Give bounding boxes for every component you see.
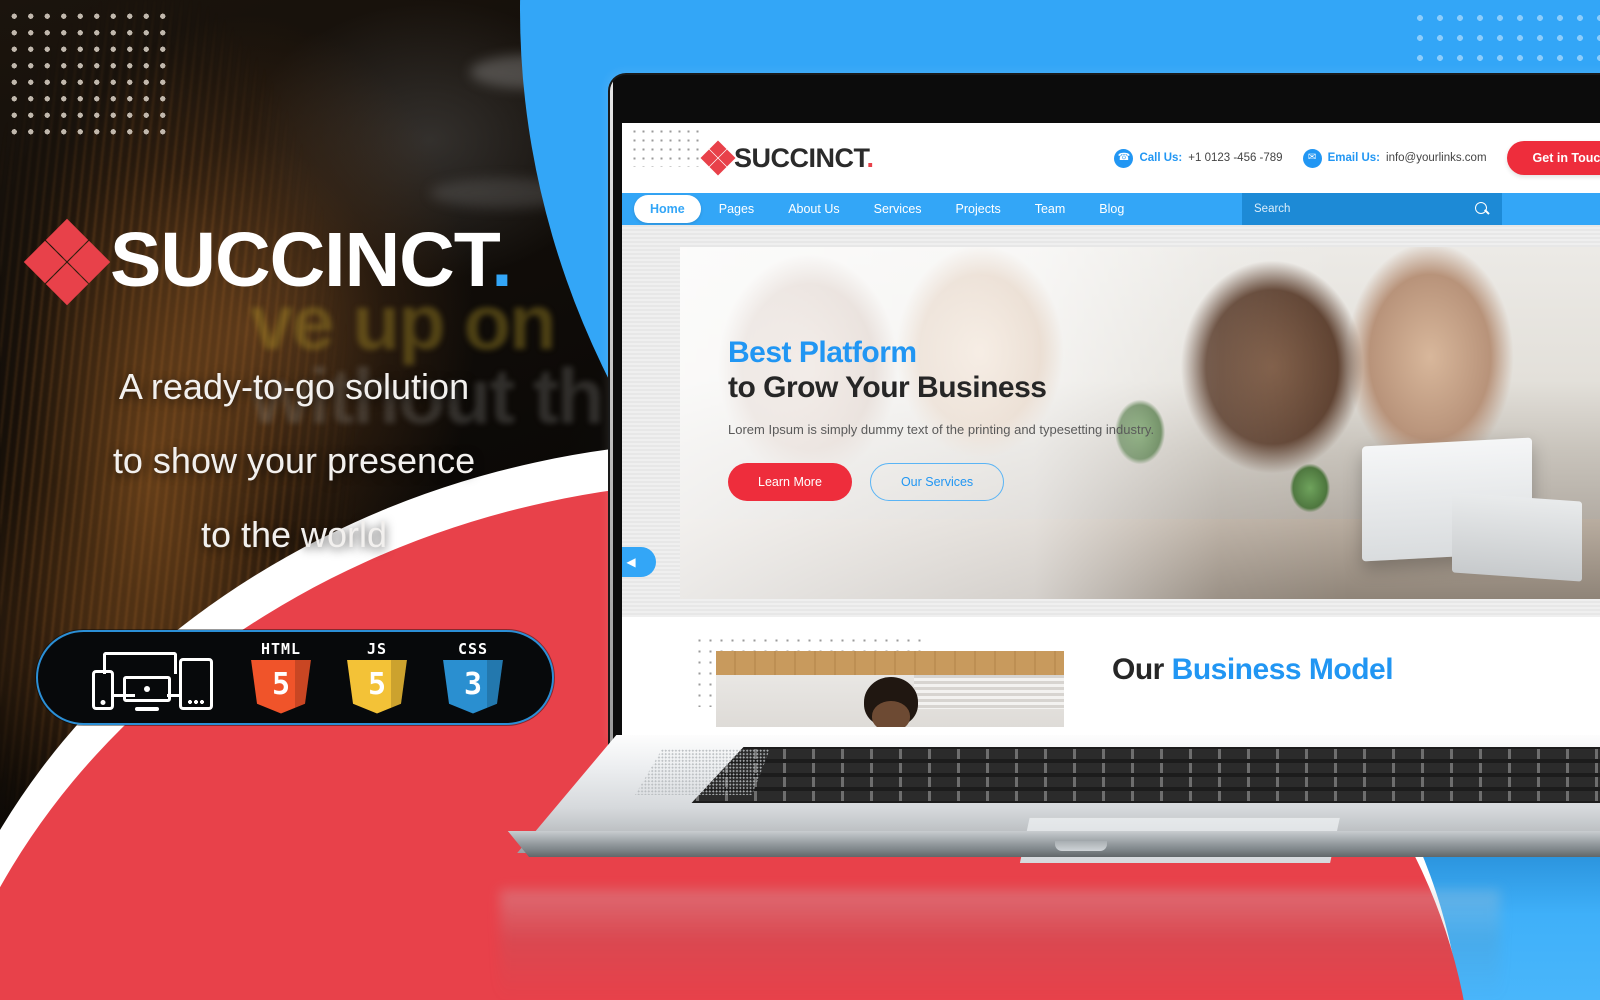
- laptop-base-edge: [507, 831, 1600, 857]
- hero-title-line-2: to Grow Your Business: [728, 371, 1047, 405]
- laptop-keyboard: [691, 747, 1600, 803]
- header-contact-area: ☎ Call Us: +1 0123 -456 -789 ✉ Email Us:…: [1114, 141, 1600, 175]
- hero-slide: Best Platform to Grow Your Business Lore…: [680, 247, 1600, 599]
- business-model-title-part2: Business Model: [1171, 653, 1394, 686]
- hero-subtitle: Lorem Ipsum is simply dummy text of the …: [728, 421, 1155, 437]
- slider-prev-arrow-icon[interactable]: ◀: [622, 547, 656, 577]
- html5-badge-label: HTML: [260, 639, 302, 658]
- phone-contact[interactable]: ☎ Call Us: +1 0123 -456 -789: [1114, 148, 1283, 168]
- site-logo-icon: [700, 140, 736, 176]
- site-navigation: Home Pages About Us Services Projects Te…: [622, 193, 1600, 225]
- search-icon[interactable]: [1474, 201, 1490, 217]
- hero-title-line-1: Best Platform: [728, 336, 917, 369]
- get-in-touch-button[interactable]: Get in Touch: [1506, 141, 1600, 175]
- site-logo-text: SUCCINCT.: [734, 143, 874, 174]
- business-model-title: Our Business Model: [1112, 653, 1394, 687]
- nav-item-projects[interactable]: Projects: [940, 195, 1017, 223]
- html5-badge-number: 5: [271, 666, 291, 702]
- phone-value: +1 0123 -456 -789: [1188, 152, 1283, 164]
- header-dot-pattern: [630, 127, 702, 167]
- laptop-reflection: [500, 890, 1500, 1000]
- email-contact[interactable]: ✉ Email Us: info@yourlinks.com: [1302, 148, 1487, 168]
- brand-lockup: SUCCINCT.: [23, 218, 513, 305]
- hero-buttons: Learn More Our Services: [728, 462, 1198, 501]
- brand-name: SUCCINCT.: [110, 222, 513, 299]
- nav-item-services[interactable]: Services: [858, 195, 938, 223]
- site-logo[interactable]: SUCCINCT.: [700, 140, 874, 176]
- succinct-logo-icon: [23, 218, 111, 305]
- nav-item-team[interactable]: Team: [1019, 195, 1082, 223]
- email-label: Email Us:: [1327, 152, 1381, 164]
- site-logo-dot: .: [866, 142, 875, 173]
- nav-item-blog[interactable]: Blog: [1083, 195, 1140, 223]
- js-badge-icon: JS 5: [347, 639, 407, 714]
- envelope-icon: ✉: [1302, 148, 1322, 168]
- business-model-title-part1: Our: [1112, 653, 1172, 686]
- site-logo-word: SUCCINCT: [734, 142, 867, 173]
- search-box[interactable]: [1242, 193, 1502, 225]
- laptop-lid: SUCCINCT. ☎ Call Us: +1 0123 -456 -789 ✉…: [610, 75, 1600, 745]
- laptop-screen: SUCCINCT. ☎ Call Us: +1 0123 -456 -789 ✉…: [622, 123, 1600, 745]
- nav-item-about-us[interactable]: About Us: [772, 195, 855, 223]
- search-input[interactable]: [1254, 203, 1474, 215]
- business-model-section: Our Business Model: [622, 617, 1600, 727]
- nav-item-home[interactable]: Home: [634, 195, 701, 223]
- hero-slider: Best Platform to Grow Your Business Lore…: [622, 225, 1600, 617]
- js-badge-number: 5: [367, 666, 387, 702]
- responsive-devices-icon: [87, 646, 215, 710]
- email-value: info@yourlinks.com: [1386, 152, 1487, 164]
- phone-icon: ☎: [1114, 148, 1134, 168]
- nav-item-pages[interactable]: Pages: [703, 195, 770, 223]
- business-model-photo: [716, 651, 1064, 727]
- laptop-lid-notch: [1055, 841, 1107, 851]
- phone-label: Call Us:: [1139, 152, 1183, 164]
- laptop-mockup: SUCCINCT. ☎ Call Us: +1 0123 -456 -789 ✉…: [470, 75, 1600, 895]
- js-badge-label: JS: [366, 639, 388, 658]
- hero-content: Best Platform to Grow Your Business Lore…: [728, 335, 1198, 501]
- nav-items: Home Pages About Us Services Projects Te…: [622, 195, 1140, 223]
- html5-badge-icon: HTML 5: [251, 639, 311, 714]
- our-services-button[interactable]: Our Services: [869, 462, 1005, 501]
- brand-name-text: SUCCINCT: [110, 217, 492, 303]
- learn-more-button[interactable]: Learn More: [728, 462, 852, 501]
- site-header: SUCCINCT. ☎ Call Us: +1 0123 -456 -789 ✉…: [622, 123, 1600, 193]
